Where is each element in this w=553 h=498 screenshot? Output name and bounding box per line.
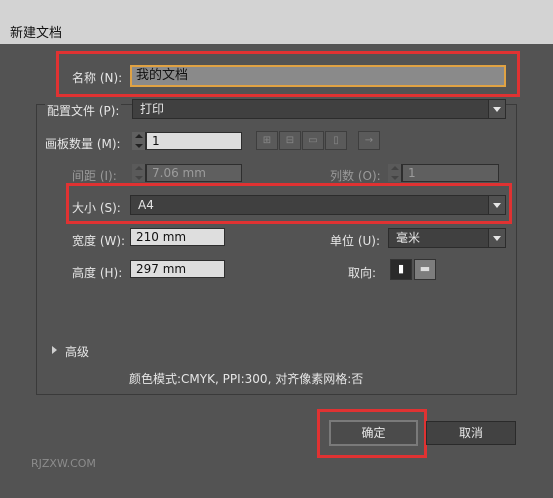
title-bar: 新建文档 bbox=[0, 0, 553, 44]
watermark: RJZXW.COM bbox=[31, 457, 96, 470]
profile-value: 打印 bbox=[140, 102, 165, 116]
columns-label: 列数 (O): bbox=[330, 169, 381, 183]
size-select[interactable]: A4 bbox=[130, 195, 506, 215]
grid-by-column-icon[interactable]: ⊟ bbox=[279, 131, 301, 150]
artboard-count-input[interactable]: 1 bbox=[146, 132, 242, 150]
cancel-button[interactable]: 取消 bbox=[426, 421, 516, 445]
chevron-down-icon[interactable] bbox=[488, 196, 505, 214]
spacing-label: 间距 (I): bbox=[72, 169, 117, 183]
name-label: 名称 (N): bbox=[72, 71, 123, 85]
document-name-input[interactable]: 我的文档 bbox=[130, 65, 506, 87]
height-input[interactable]: 297 mm bbox=[130, 260, 225, 278]
orientation-label: 取向: bbox=[348, 266, 377, 280]
arrange-row-icon[interactable]: ▭ bbox=[302, 131, 324, 150]
units-value: 毫米 bbox=[396, 231, 421, 245]
profile-select[interactable]: 打印 bbox=[132, 99, 506, 119]
arrange-column-icon[interactable]: ▯ bbox=[325, 131, 347, 150]
units-label: 单位 (U): bbox=[330, 234, 381, 248]
layout-direction-icon[interactable]: → bbox=[358, 131, 380, 150]
chevron-down-icon[interactable] bbox=[488, 100, 505, 118]
size-value: A4 bbox=[138, 198, 154, 212]
columns-stepper[interactable] bbox=[388, 164, 402, 182]
window-title: 新建文档 bbox=[10, 26, 63, 41]
portrait-orientation-icon[interactable]: ▮ bbox=[390, 259, 412, 280]
expand-triangle-icon[interactable] bbox=[52, 346, 57, 354]
color-mode-summary: 颜色模式:CMYK, PPI:300, 对齐像素网格:否 bbox=[129, 372, 364, 386]
advanced-toggle[interactable]: 高级 bbox=[65, 343, 89, 360]
landscape-orientation-icon[interactable]: ▬ bbox=[414, 259, 436, 280]
artboard-count-stepper[interactable] bbox=[132, 132, 146, 150]
height-label: 高度 (H): bbox=[72, 266, 123, 280]
ok-button[interactable]: 确定 bbox=[329, 420, 418, 446]
size-label: 大小 (S): bbox=[72, 201, 121, 215]
spacing-input[interactable]: 7.06 mm bbox=[146, 164, 242, 182]
chevron-down-icon[interactable] bbox=[488, 229, 505, 247]
units-select[interactable]: 毫米 bbox=[388, 228, 506, 248]
profile-label: 配置文件 (P): bbox=[45, 102, 122, 119]
spacing-stepper[interactable] bbox=[132, 164, 146, 182]
artboard-count-label: 画板数量 (M): bbox=[45, 137, 121, 151]
grid-by-row-icon[interactable]: ⊞ bbox=[256, 131, 278, 150]
width-input[interactable]: 210 mm bbox=[130, 228, 225, 246]
columns-input[interactable]: 1 bbox=[402, 164, 499, 182]
width-label: 宽度 (W): bbox=[72, 234, 126, 248]
